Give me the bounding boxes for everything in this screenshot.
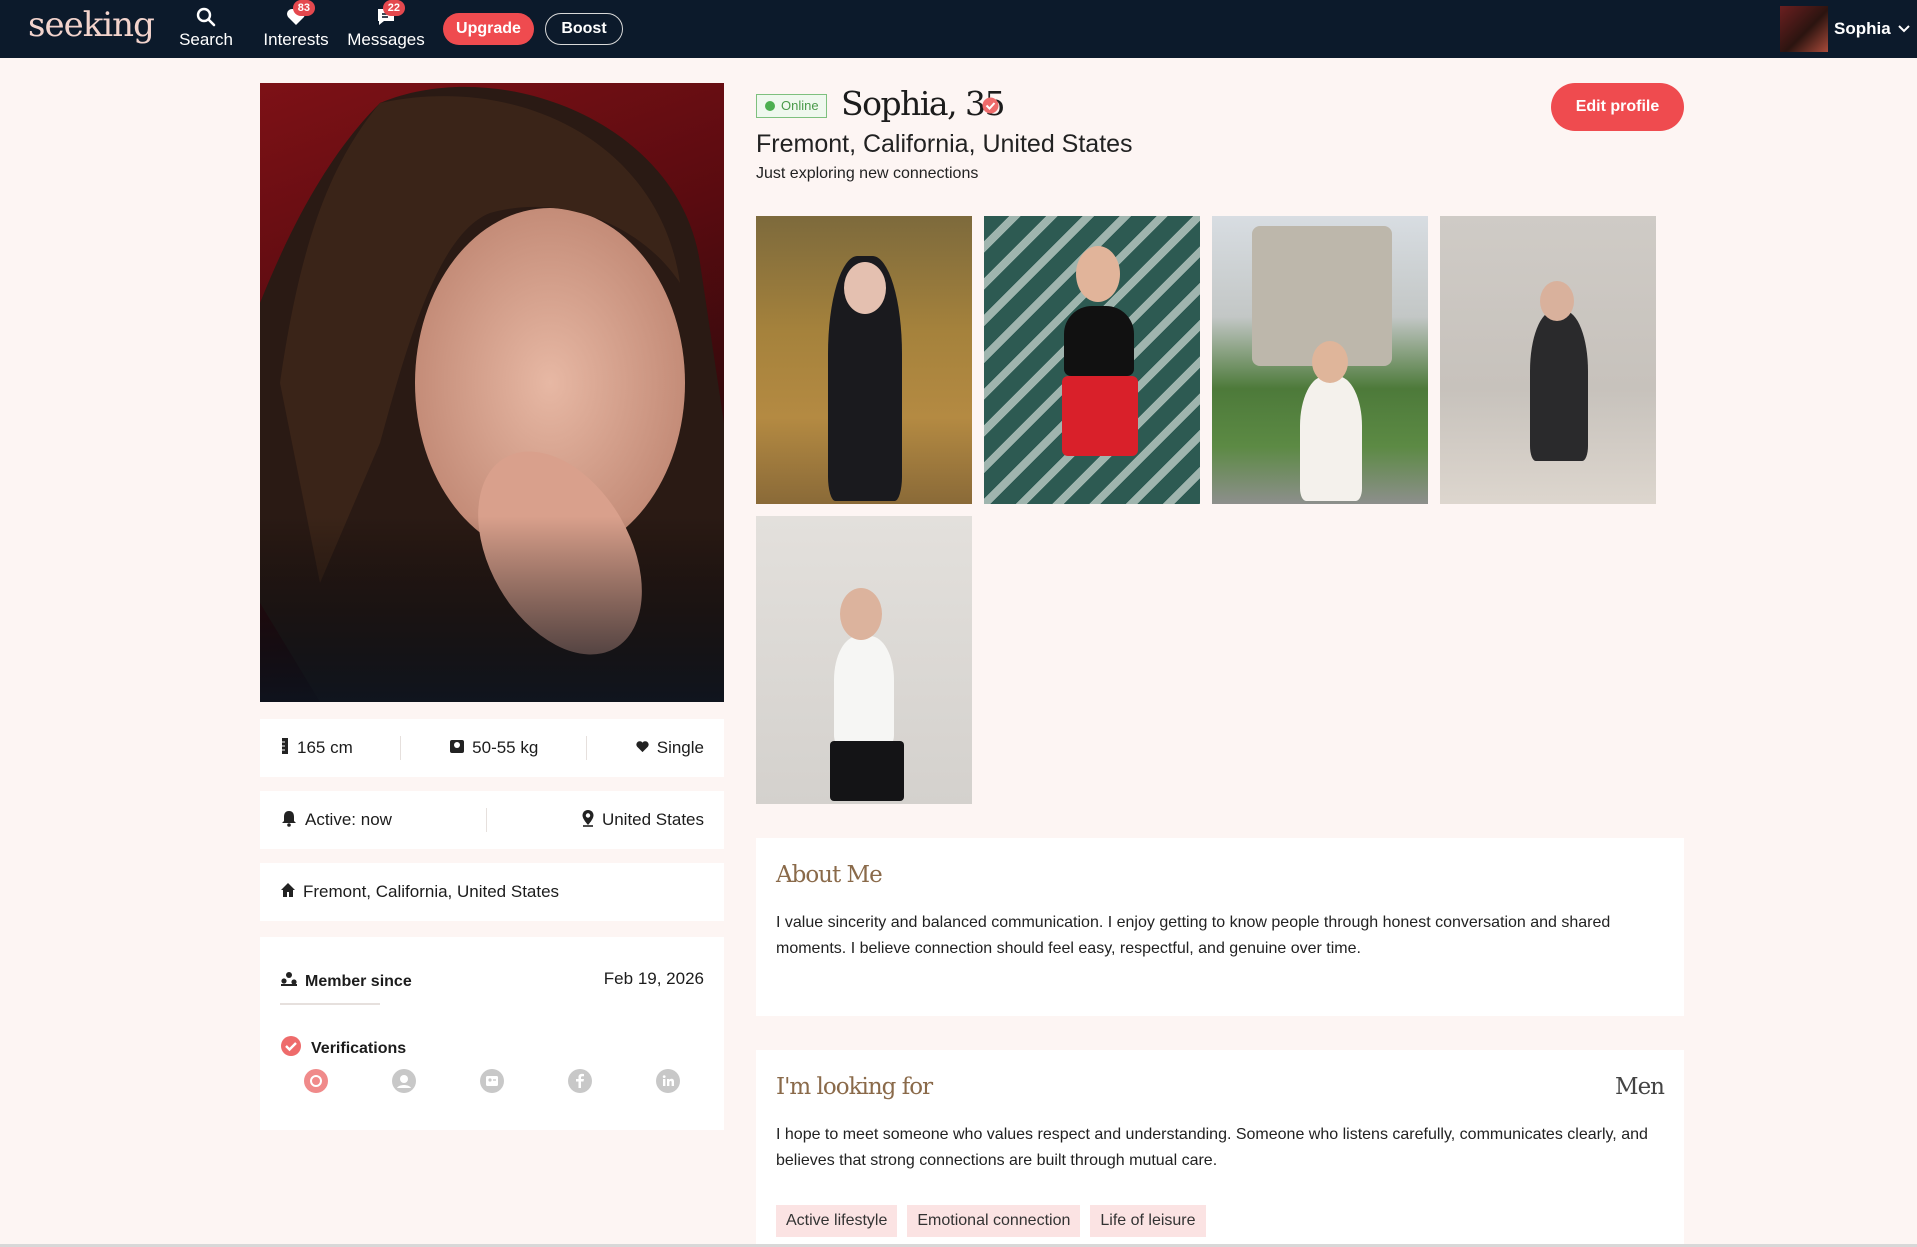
search-icon (191, 6, 221, 28)
check-circle-icon (280, 1035, 302, 1062)
upgrade-button[interactable]: Upgrade (443, 13, 534, 45)
weight-stat: 50-55 kg (449, 738, 538, 759)
bell-icon (280, 809, 298, 832)
main-profile-photo[interactable] (260, 83, 724, 702)
user-verify-icon[interactable] (392, 1069, 416, 1093)
verification-icons (304, 1069, 680, 1093)
message-icon: 22 (371, 0, 405, 28)
profile-location: Fremont, California, United States (756, 130, 1133, 158)
interest-tags: Active lifestyle Emotional connection Li… (776, 1205, 1206, 1237)
active-value: Active: now (305, 810, 392, 829)
membership-card: Member since Feb 19, 2026 Verifications (260, 937, 724, 1130)
nav-search-label: Search (179, 30, 233, 49)
relationship-stat: Single (635, 738, 704, 758)
messages-count-badge: 22 (382, 0, 405, 16)
verifications-label: Verifications (311, 1039, 407, 1057)
divider (400, 736, 402, 760)
country-stat: United States (581, 809, 704, 832)
scale-icon (449, 738, 465, 759)
gallery-photo[interactable] (756, 516, 972, 804)
avatar (1780, 6, 1828, 52)
heart-icon (635, 738, 650, 758)
gallery-photo[interactable] (756, 216, 972, 504)
home-value: Fremont, California, United States (303, 882, 560, 901)
nav-interests-label: Interests (263, 30, 329, 49)
pin-icon (581, 809, 595, 832)
boost-button[interactable]: Boost (545, 13, 623, 45)
id-verify-icon[interactable] (480, 1069, 504, 1093)
heart-icon: 83 (281, 0, 315, 28)
member-since-row: Member since (280, 971, 412, 992)
nav-messages[interactable]: 22 Messages (346, 0, 426, 52)
gallery-photo[interactable] (1212, 216, 1428, 504)
stats-card-body: 165 cm 50-55 kg Single (260, 719, 724, 777)
chevron-down-icon (1897, 19, 1911, 39)
members-icon (280, 971, 298, 992)
home-card: Fremont, California, United States (260, 863, 724, 921)
profile-name: Sophia, 35 (841, 84, 1006, 123)
member-since-label: Member since (305, 972, 412, 990)
looking-for-title: I'm looking for (776, 1074, 933, 1100)
logo[interactable]: seeking (28, 5, 155, 45)
user-menu[interactable]: Sophia (1780, 6, 1911, 52)
country-value: United States (601, 810, 704, 829)
looking-for-target: Men (1615, 1074, 1665, 1100)
interest-tag[interactable]: Active lifestyle (776, 1205, 898, 1237)
nav-search[interactable]: Search (176, 6, 236, 52)
edit-profile-button[interactable]: Edit profile (1551, 83, 1684, 131)
about-me-title: About Me (776, 862, 883, 888)
member-since-date: Feb 19, 2026 (603, 969, 704, 988)
active-stat: Active: now (280, 809, 392, 832)
divider (586, 736, 588, 760)
about-me-section: About Me I value sincerity and balanced … (756, 838, 1684, 1016)
home-icon (280, 882, 296, 903)
profile-tagline: Just exploring new connections (756, 165, 979, 182)
linkedin-icon[interactable] (656, 1069, 680, 1093)
interest-tag[interactable]: Emotional connection (907, 1205, 1081, 1237)
relationship-value: Single (656, 738, 704, 757)
height-value: 165 cm (297, 738, 353, 757)
interest-tag[interactable]: Life of leisure (1090, 1205, 1206, 1237)
online-status-badge: Online (756, 94, 827, 118)
weight-value: 50-55 kg (472, 738, 539, 757)
ruler-icon (280, 737, 290, 759)
verifications-row: Verifications (280, 1035, 406, 1062)
divider (280, 1003, 380, 1005)
top-nav-bar: seeking Search 83 Interests 22 Messages … (0, 0, 1917, 58)
home-stat: Fremont, California, United States (280, 882, 559, 903)
verified-icon (982, 97, 999, 119)
interests-count-badge: 83 (292, 0, 315, 16)
gallery-photo[interactable] (984, 216, 1200, 504)
nav-interests[interactable]: 83 Interests (260, 0, 332, 52)
about-me-text: I value sincerity and balanced communica… (776, 914, 1611, 957)
height-stat: 165 cm (280, 737, 353, 759)
looking-for-text: I hope to meet someone who values respec… (776, 1126, 1648, 1169)
facebook-icon[interactable] (568, 1069, 592, 1093)
activity-card: Active: now United States (260, 791, 724, 849)
photo-verify-icon[interactable] (304, 1069, 328, 1093)
gallery-photo[interactable] (1440, 216, 1656, 504)
looking-for-section: I'm looking for Men I hope to meet someo… (756, 1050, 1684, 1244)
user-name: Sophia (1834, 19, 1891, 38)
nav-messages-label: Messages (347, 30, 425, 49)
divider (485, 808, 487, 832)
